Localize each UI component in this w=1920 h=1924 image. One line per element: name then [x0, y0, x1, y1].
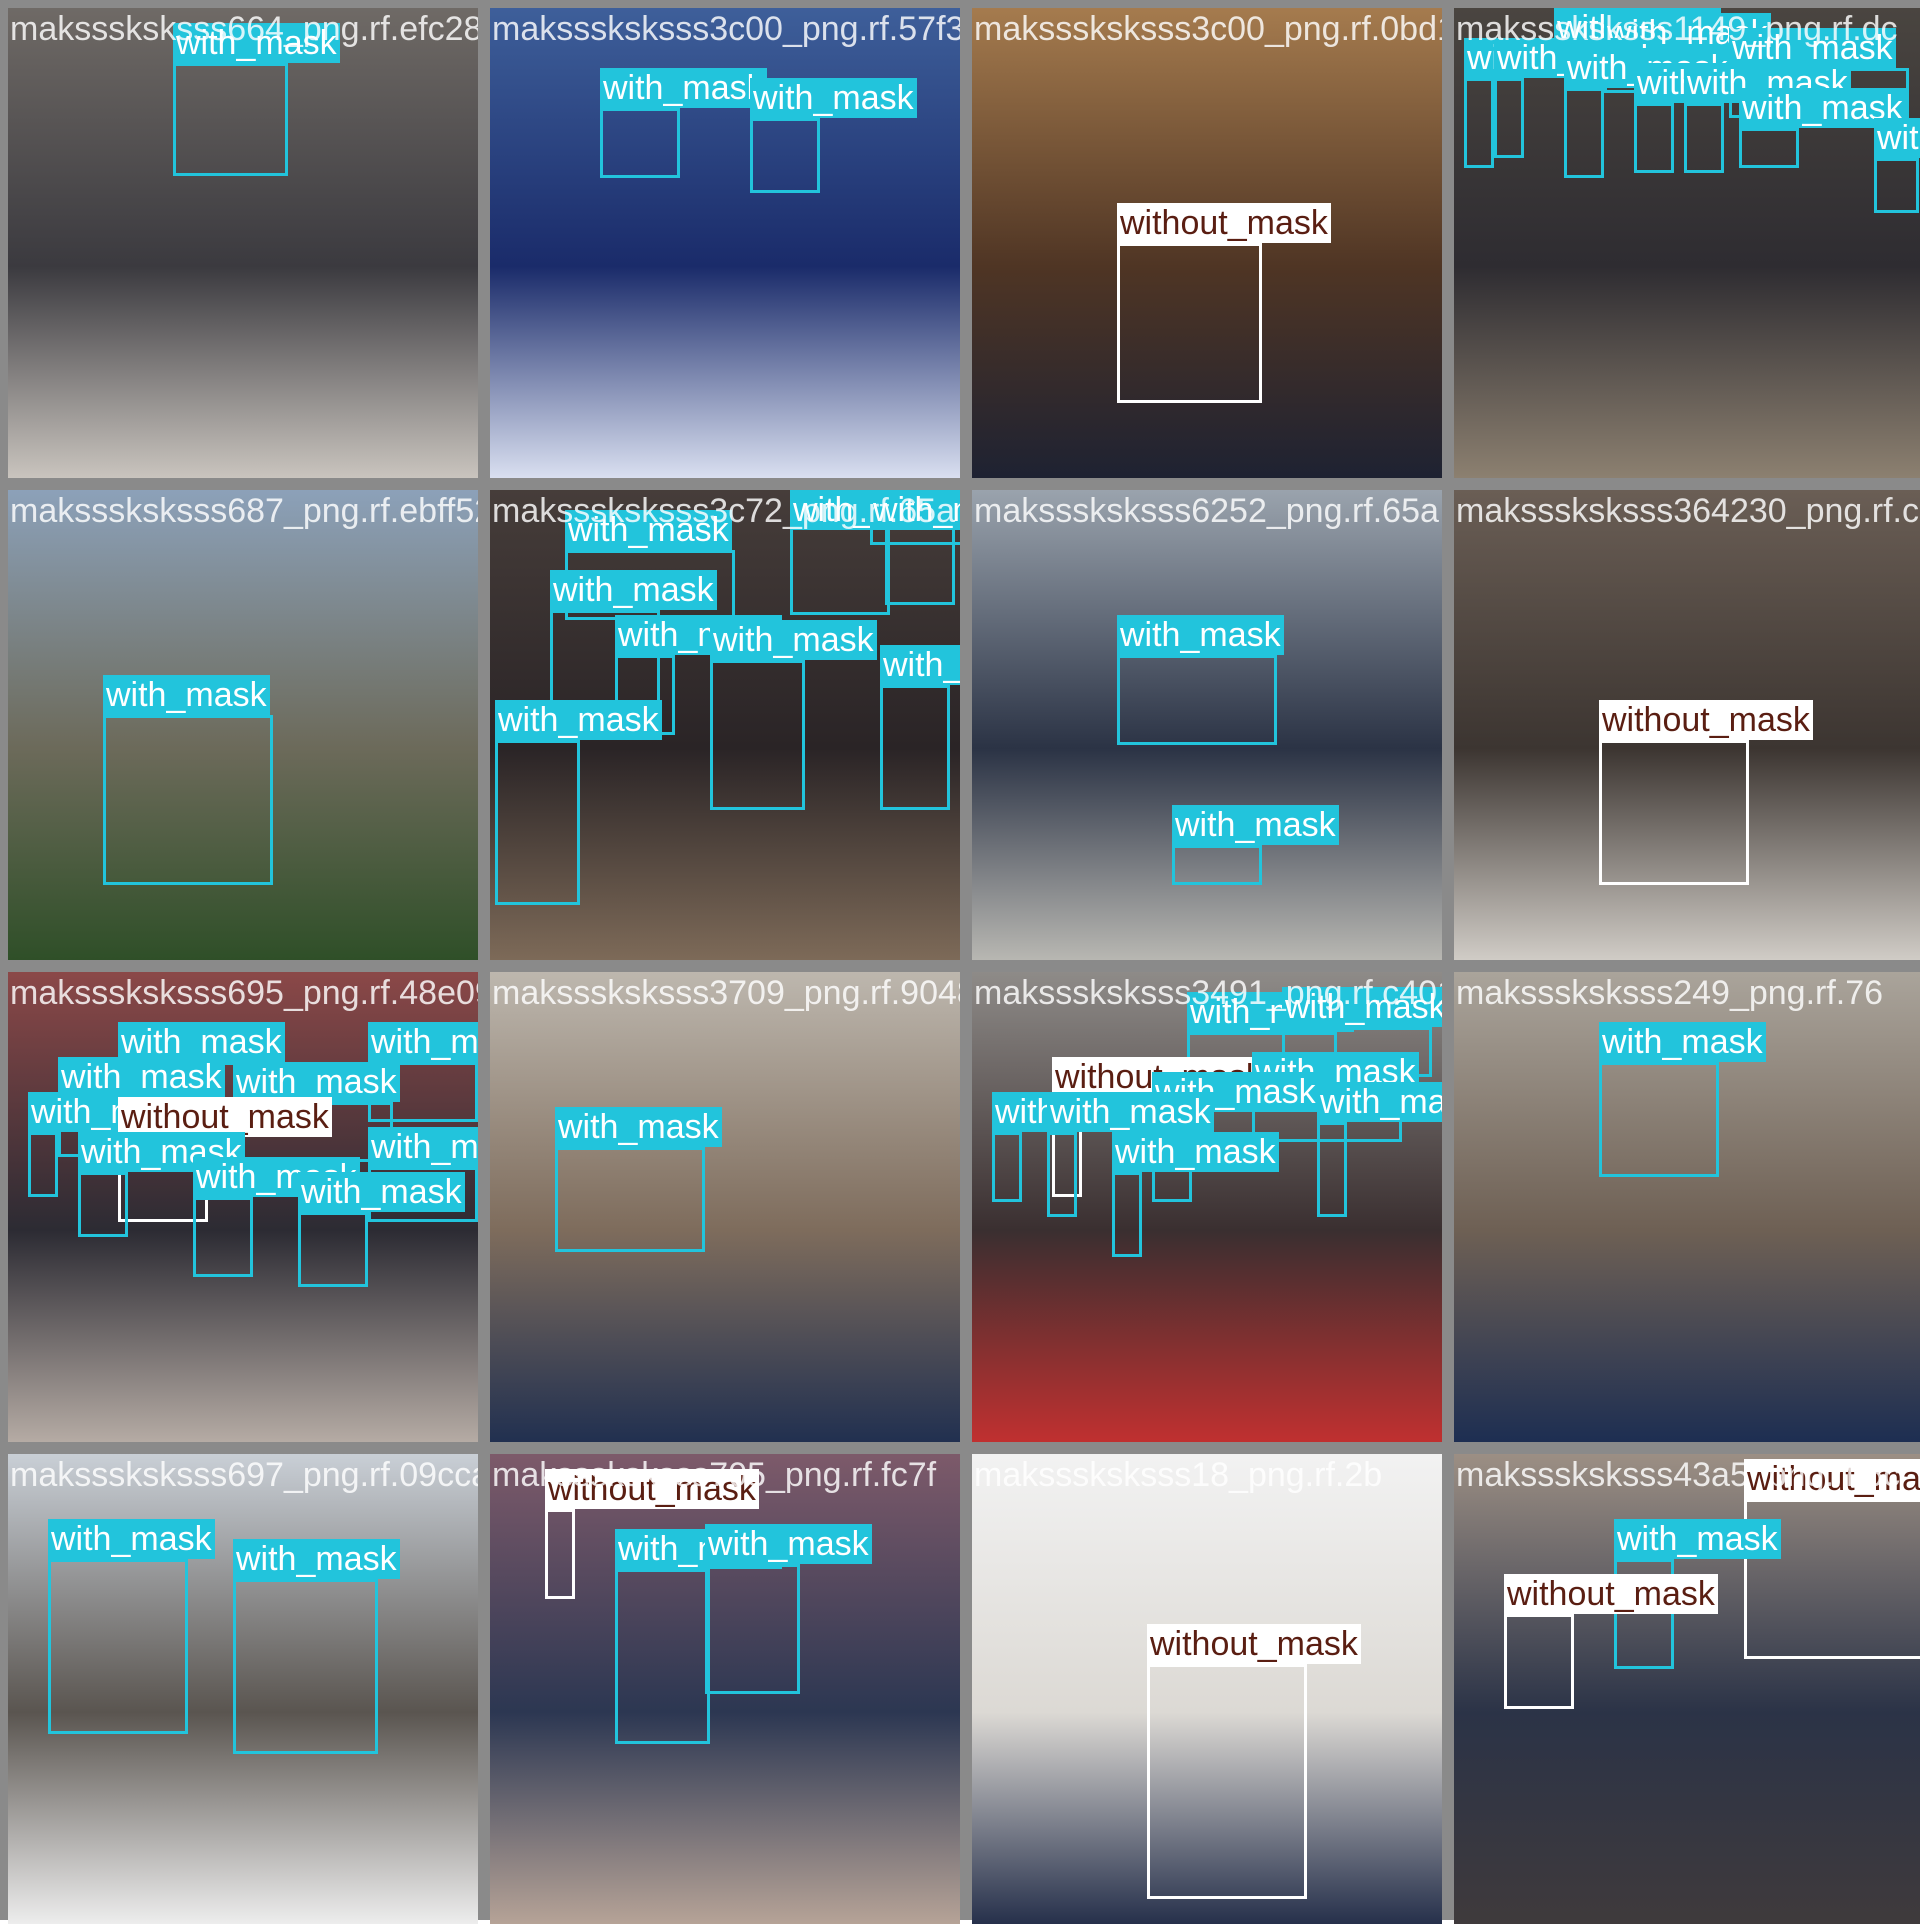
image-tile: maksssksksss3709_png.rf.904833 with_mask	[490, 972, 960, 1442]
with-mask-box	[193, 1197, 253, 1277]
image-tile: maksssksksss6252_png.rf.65a with_mask with…	[972, 490, 1442, 960]
without-mask-label: without_mask	[1147, 1624, 1361, 1664]
image-filename: maksssksksss705_png.rf.fc7f	[492, 1456, 937, 1494]
with-mask-label: with_mask	[1317, 1082, 1442, 1122]
with-mask-box	[750, 118, 820, 193]
image-tile: maksssksksss3c72_png.rf.65a with_mask with…	[490, 490, 960, 960]
without-mask-label: without_mask	[1599, 700, 1813, 740]
with-mask-box	[615, 1569, 710, 1744]
with-mask-label: with_mask	[118, 1022, 285, 1062]
image-filename: maksssksksss3c00_png.rf.0bd1f13sd4	[974, 10, 1442, 48]
with-mask-label: with_mask	[1112, 1132, 1279, 1172]
without-mask-box	[545, 1509, 575, 1599]
image-filename: maksssksksss695_png.rf.48e09833	[10, 974, 478, 1012]
with-mask-label: with_mask	[1117, 615, 1284, 655]
with-mask-label: with_mask	[600, 68, 767, 108]
with-mask-box	[1874, 158, 1919, 213]
image-filename: maksssksksss6252_png.rf.65a	[974, 492, 1439, 530]
with-mask-box	[1634, 103, 1674, 173]
with-mask-label: with_mask	[750, 78, 917, 118]
with-mask-box	[705, 1564, 800, 1694]
image-tile: maksssksksss697_png.rf.09ccak7104a6 with_…	[8, 1454, 478, 1924]
with-mask-label: with_mask	[368, 1127, 478, 1167]
without-mask-box	[1599, 740, 1749, 885]
with-mask-box	[78, 1172, 128, 1237]
with-mask-box	[992, 1132, 1022, 1202]
image-filename: maksssksksss364230_png.rf.c	[1456, 492, 1919, 530]
with-mask-box	[1739, 128, 1799, 168]
without-mask-box	[1504, 1614, 1574, 1709]
with-mask-box	[495, 740, 580, 905]
image-filename: maksssksksss1149_png.rf.dc	[1456, 10, 1898, 48]
with-mask-label: with_mask	[495, 700, 662, 740]
with-mask-label: with_mask	[1047, 1092, 1214, 1132]
with-mask-box	[1317, 1122, 1347, 1217]
with-mask-box	[298, 1212, 368, 1287]
image-tile: maksssksksss43a5_png.rf.6c without_mask wi…	[1454, 1454, 1920, 1924]
with-mask-label: with_mask	[710, 620, 877, 660]
with-mask-label: with_mask	[1599, 1022, 1766, 1062]
without-mask-label: without_mask	[118, 1097, 332, 1137]
image-tile: maksssksksss664_png.rf.efc28aad2k39c3c70…	[8, 8, 478, 478]
image-filename: maksssksksss43a5_png.rf.6c	[1456, 1456, 1901, 1494]
image-filename: maksssksksss697_png.rf.09ccak7104a6	[10, 1456, 478, 1494]
image-filename: maksssksksss3491_png.rf.c40120	[974, 974, 1442, 1012]
with-mask-box	[28, 1132, 58, 1197]
with-mask-label: with_mask	[298, 1172, 465, 1212]
with-mask-box	[103, 715, 273, 885]
image-tile: maksssksksss705_png.rf.fc7f without_mask w…	[490, 1454, 960, 1924]
image-filename: maksssksksss664_png.rf.efc28aad2k39c3c70…	[10, 10, 478, 48]
with-mask-box	[173, 63, 288, 176]
image-tile: maksssksksss18_png.rf.2b without_mask	[972, 1454, 1442, 1924]
with-mask-box	[710, 660, 805, 810]
with-mask-box	[1117, 655, 1277, 745]
with-mask-box	[1494, 78, 1524, 158]
image-tile: maksssksksss249_png.rf.76 with_mask	[1454, 972, 1920, 1442]
with-mask-box	[1599, 1062, 1719, 1177]
with-mask-label: with_mask	[48, 1519, 215, 1559]
image-filename: maksssksksss18_png.rf.2b	[974, 1456, 1383, 1494]
image-tile: maksssksksss3c00_png.rf.0bd1f13sd4withou…	[972, 8, 1442, 478]
with-mask-label: with_mask	[1614, 1519, 1781, 1559]
without-mask-label: without_mask	[1117, 203, 1331, 243]
with-mask-label: with_mask	[233, 1539, 400, 1579]
with-mask-box	[555, 1147, 705, 1252]
with-mask-label: with_mask	[555, 1107, 722, 1147]
with-mask-box	[1047, 1132, 1077, 1217]
with-mask-label: with_mask	[1172, 805, 1339, 845]
without-mask-label: without_mask	[1504, 1574, 1718, 1614]
with-mask-label: with_mask	[103, 675, 270, 715]
with-mask-box	[233, 1579, 378, 1754]
with-mask-label: with_mask	[368, 1022, 478, 1062]
image-filename: maksssksksss249_png.rf.76	[1456, 974, 1884, 1012]
with-mask-label: with_mask	[880, 645, 960, 685]
image-filename: maksssksksss3c72_png.rf.65a	[492, 492, 955, 530]
with-mask-label: with_mask	[58, 1057, 225, 1097]
with-mask-box	[600, 108, 680, 178]
image-tile: maksssksksss364230_png.rf.c without_mask	[1454, 490, 1920, 960]
with-mask-label: with_mask	[1874, 118, 1920, 158]
image-filename: maksssksksss3709_png.rf.904833	[492, 974, 960, 1012]
image-tile: maksssksksss3c00_png.rf.57f3282046 with_m…	[490, 8, 960, 478]
image-tile: maksssksksss687_png.rf.ebff52a1c1 with_ma…	[8, 490, 478, 960]
image-filename: maksssksksss687_png.rf.ebff52a1c1	[10, 492, 478, 530]
with-mask-label: with_mask	[705, 1524, 872, 1564]
with-mask-box	[880, 685, 950, 810]
image-tile: maksssksksss3491_png.rf.c40120 with_mask w…	[972, 972, 1442, 1442]
image-tile: maksssksksss695_png.rf.48e09833 with_mask…	[8, 972, 478, 1442]
with-mask-label: with_mask	[550, 570, 717, 610]
mosaic-grid: maksssksksss664_png.rf.efc28aad2k39c3c70…	[0, 0, 1920, 1924]
with-mask-label: with_mask	[233, 1062, 400, 1102]
without-mask-box	[1117, 243, 1262, 403]
without-mask-box	[1147, 1664, 1307, 1899]
with-mask-box	[1564, 88, 1604, 178]
with-mask-box	[1172, 845, 1262, 885]
with-mask-box	[1684, 103, 1724, 173]
with-mask-box	[1112, 1172, 1142, 1257]
image-tile: maksssksksss1149_png.rf.dc with_mask with_…	[1454, 8, 1920, 478]
with-mask-box	[1464, 78, 1494, 168]
image-filename: maksssksksss3c00_png.rf.57f3282046	[492, 10, 960, 48]
with-mask-box	[48, 1559, 188, 1734]
